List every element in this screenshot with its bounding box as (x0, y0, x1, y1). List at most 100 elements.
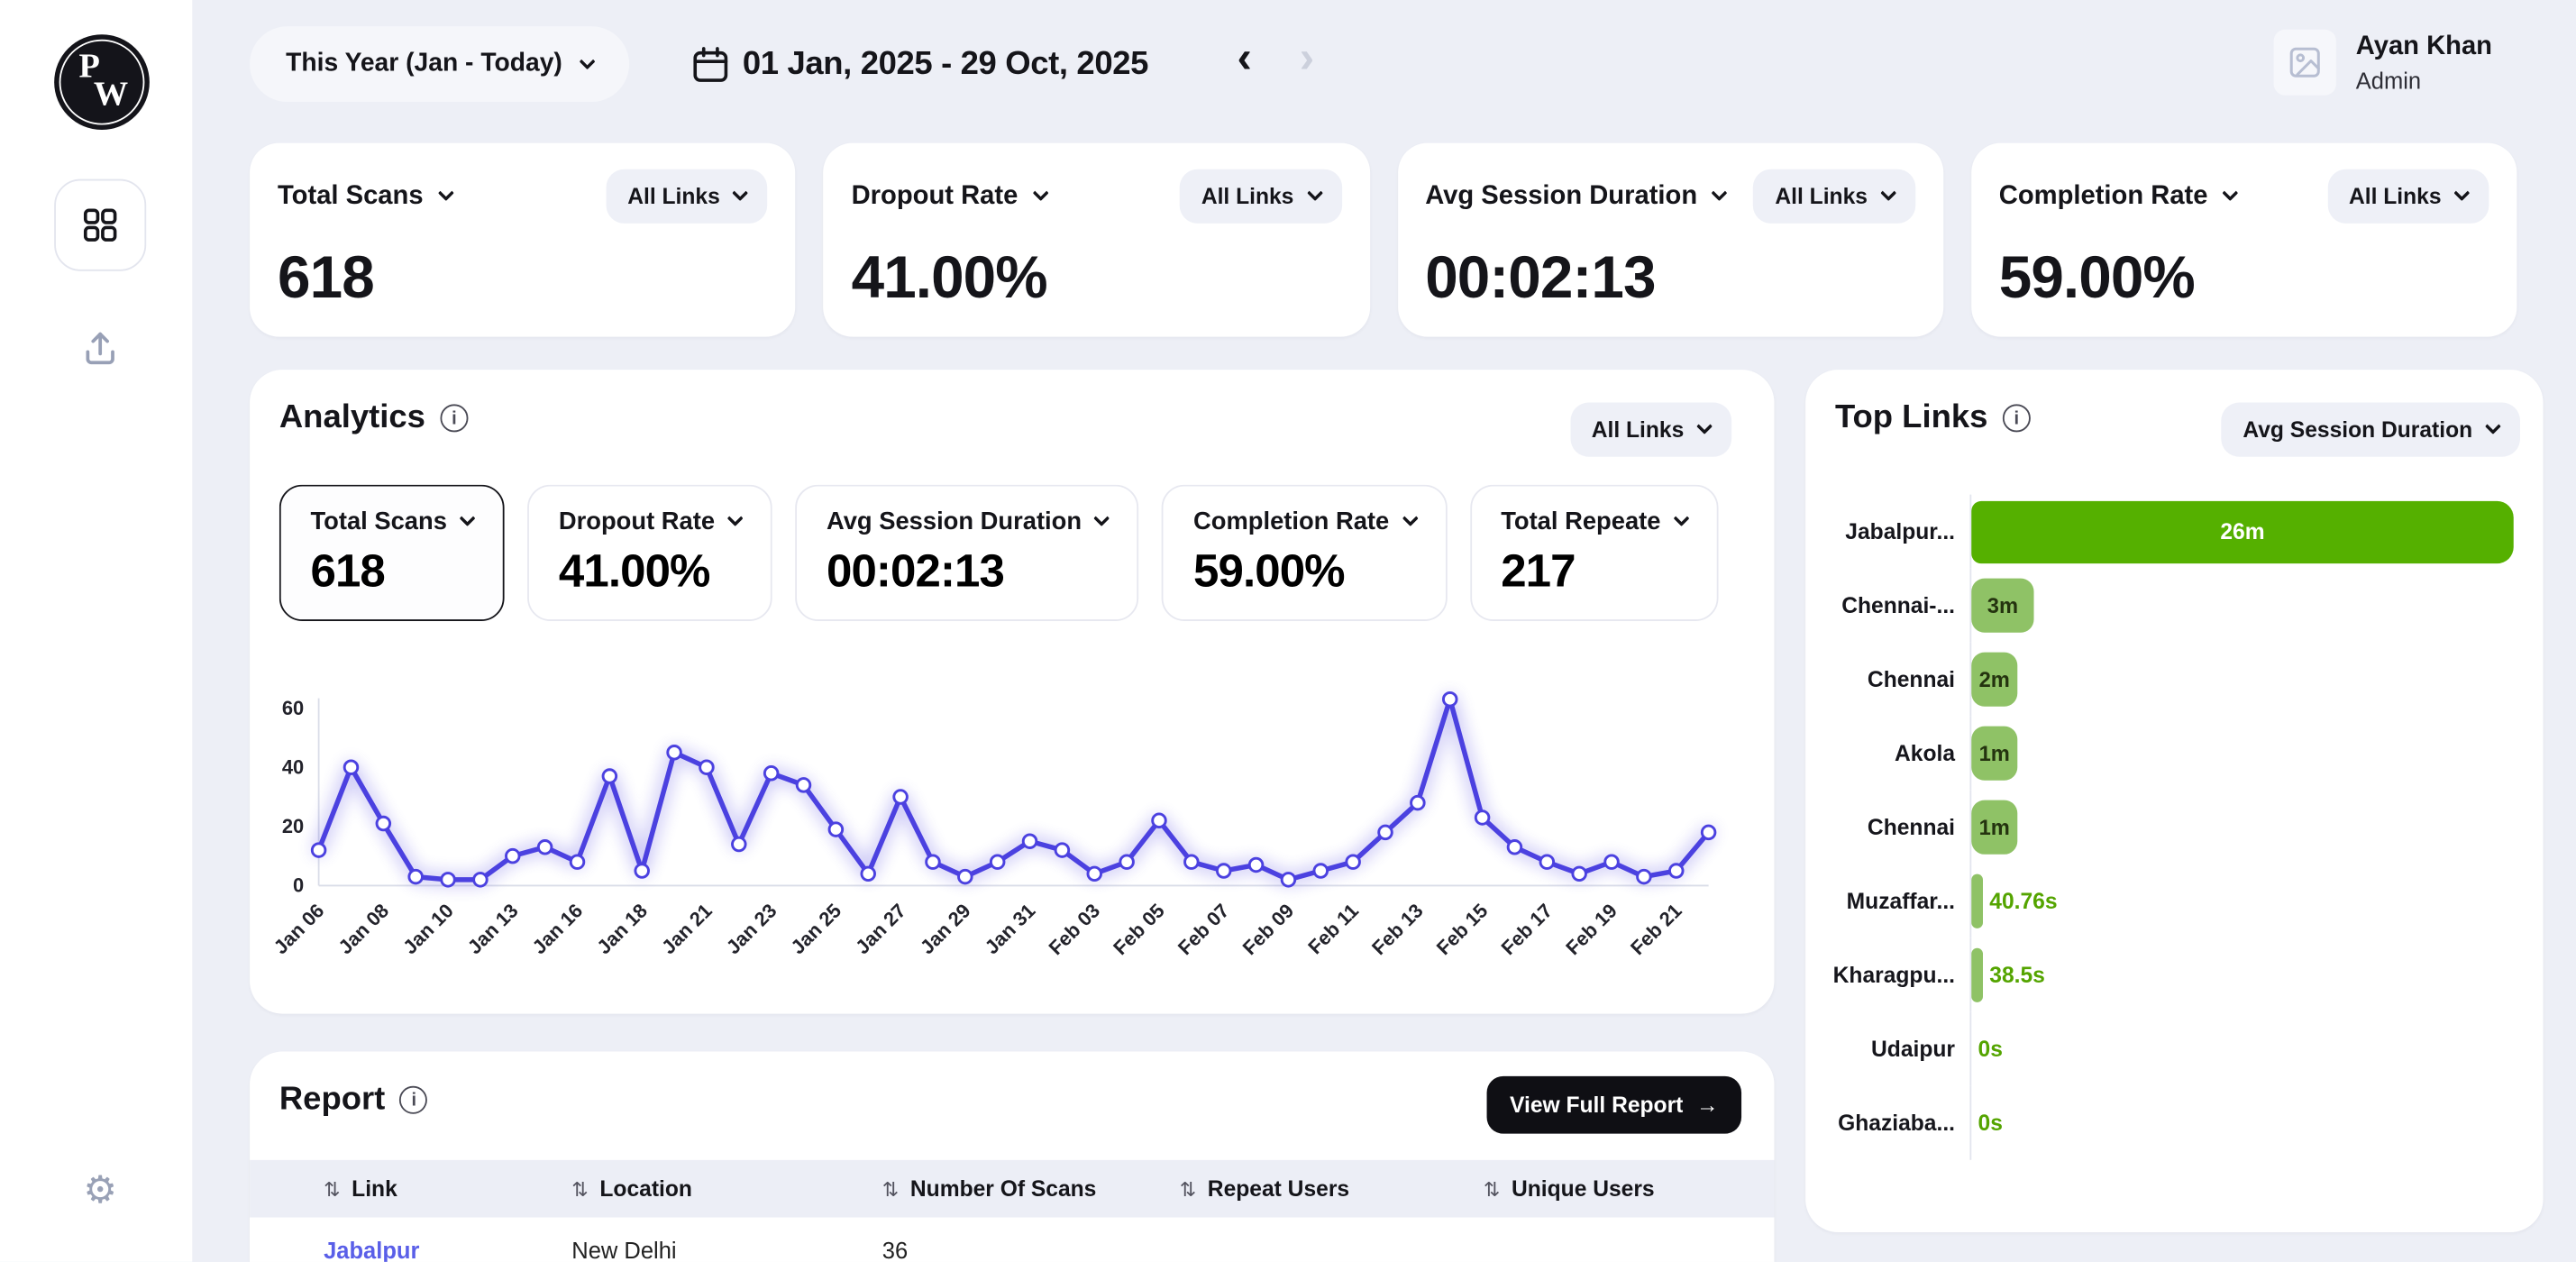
sort-icon: ⇅ (1180, 1177, 1196, 1201)
kpi-card: Dropout Rate All Links 41.00% (824, 143, 1370, 337)
svg-text:Jan 29: Jan 29 (916, 899, 975, 958)
kpi-metric-selector[interactable]: Avg Session Duration (1425, 181, 1725, 211)
kpi-row: Total Scans All Links 618 Dropout Rate A… (250, 143, 2517, 337)
info-icon[interactable]: i (2003, 404, 2031, 432)
chevron-down-icon (1402, 510, 1418, 526)
chevron-down-icon (1306, 185, 1322, 201)
report-scans-cell: 36 (882, 1237, 1180, 1261)
kpi-metric-selector[interactable]: Completion Rate (1999, 181, 2236, 211)
top-link-bar[interactable]: 26m (1971, 500, 2513, 562)
top-link-bar[interactable]: 1m (1971, 727, 2017, 781)
kpi-value: 618 (278, 243, 768, 313)
top-link-value: 40.76s (1989, 889, 2057, 913)
calendar-icon (690, 44, 732, 86)
kpi-value: 00:02:13 (1425, 243, 1915, 313)
top-link-row: Chennai 2m (1825, 643, 2524, 717)
svg-text:Jan 25: Jan 25 (786, 899, 845, 958)
svg-text:20: 20 (282, 815, 304, 837)
sort-icon: ⇅ (324, 1177, 340, 1201)
info-icon[interactable]: i (400, 1086, 428, 1114)
svg-text:Jan 31: Jan 31 (981, 899, 1040, 958)
top-link-bar[interactable] (1971, 874, 1983, 928)
metric-tab[interactable]: Completion Rate 59.00% (1162, 485, 1447, 621)
analytics-line-chart: 0204060Jan 06Jan 08Jan 10Jan 13Jan 16Jan… (260, 689, 1747, 994)
kpi-links-filter[interactable]: All Links (1180, 169, 1341, 224)
kpi-links-filter[interactable]: All Links (1754, 169, 1915, 224)
table-row[interactable]: Jabalpur New Delhi 36 (250, 1218, 1774, 1262)
svg-text:Feb 09: Feb 09 (1238, 899, 1299, 959)
metric-tabs: Total Scans 618 Dropout Rate 41.00% Avg … (279, 485, 1775, 621)
svg-text:Jan 10: Jan 10 (398, 899, 458, 958)
date-next-button[interactable]: › (1300, 32, 1314, 84)
svg-text:Feb 19: Feb 19 (1561, 899, 1621, 959)
svg-text:Jan 16: Jan 16 (528, 899, 588, 958)
top-link-value: 38.5s (1989, 963, 2045, 987)
metric-tab-value: 41.00% (559, 545, 741, 598)
kpi-card: Completion Rate All Links 59.00% (1971, 143, 2517, 337)
svg-text:Jan 13: Jan 13 (463, 899, 523, 958)
metric-tab[interactable]: Avg Session Duration 00:02:13 (795, 485, 1139, 621)
report-column-header[interactable]: ⇅ Location (571, 1176, 882, 1201)
kpi-metric-selector[interactable]: Dropout Rate (852, 181, 1046, 211)
analytics-links-filter-label: All Links (1592, 417, 1685, 442)
logo-letter-w: W (94, 74, 128, 115)
sidebar: P W ⚙ (0, 0, 192, 1262)
top-link-bar[interactable]: 3m (1971, 579, 2033, 633)
svg-text:Feb 07: Feb 07 (1174, 899, 1234, 959)
kpi-links-filter[interactable]: All Links (2327, 169, 2489, 224)
kpi-links-filter[interactable]: All Links (607, 169, 768, 224)
kpi-metric-selector[interactable]: Total Scans (278, 181, 452, 211)
chevron-down-icon (2453, 185, 2470, 201)
report-link-cell[interactable]: Jabalpur (324, 1237, 571, 1261)
top-links-chart: Jabalpur... 26m Chennai-... 3m Chennai 2… (1825, 495, 2524, 1160)
sort-icon: ⇅ (1484, 1177, 1500, 1201)
chevron-down-icon (460, 510, 476, 526)
sort-icon: ⇅ (882, 1177, 899, 1201)
metric-tab[interactable]: Total Scans 618 (279, 485, 505, 621)
chevron-down-icon (733, 185, 749, 201)
metric-tab[interactable]: Dropout Rate 41.00% (527, 485, 772, 621)
report-column-header[interactable]: ⇅ Unique Users (1484, 1176, 1775, 1201)
top-link-bar-track: 2m (1969, 643, 2523, 717)
gear-icon: ⚙ (83, 1167, 117, 1210)
top-link-bar[interactable]: 2m (1971, 653, 2017, 707)
view-full-report-button[interactable]: View Full Report → (1487, 1076, 1742, 1134)
top-links-panel: Top Links i Avg Session Duration Jabalpu… (1805, 370, 2543, 1232)
metric-tab[interactable]: Total Repeate 217 (1470, 485, 1719, 621)
top-link-bar-track: 0s (1969, 1012, 2523, 1086)
arrow-right-icon: → (1696, 1093, 1719, 1117)
svg-text:Feb 15: Feb 15 (1432, 899, 1493, 959)
chevron-down-icon (580, 52, 596, 69)
sidebar-item-settings[interactable]: ⚙ (74, 1163, 126, 1215)
sidebar-item-upload[interactable] (74, 322, 126, 374)
top-link-value: 1m (1979, 815, 2010, 839)
top-link-value: 0s (1978, 1111, 2003, 1135)
report-column-header[interactable]: ⇅ Number Of Scans (882, 1176, 1180, 1201)
analytics-title: Analytics i (279, 399, 468, 437)
date-prev-button[interactable]: ‹ (1237, 32, 1251, 84)
metric-tab-value: 00:02:13 (827, 545, 1108, 598)
dashboard-grid-icon (80, 206, 120, 245)
avatar[interactable] (2274, 30, 2336, 96)
chevron-down-icon (2222, 185, 2238, 201)
top-link-bar[interactable] (1971, 948, 1983, 1002)
info-icon[interactable]: i (440, 404, 468, 432)
top-link-bar-track: 3m (1969, 569, 2523, 643)
svg-text:Feb 17: Feb 17 (1496, 899, 1557, 959)
chevron-down-icon (1094, 510, 1110, 526)
top-link-bar-track: 38.5s (1969, 938, 2523, 1012)
report-column-header[interactable]: ⇅ Link (324, 1176, 571, 1201)
report-column-header[interactable]: ⇅ Repeat Users (1180, 1176, 1484, 1201)
chevron-down-icon (727, 510, 744, 526)
top-links-metric-filter[interactable]: Avg Session Duration (2222, 403, 2520, 457)
chevron-down-icon (1712, 185, 1728, 201)
period-selector[interactable]: This Year (Jan - Today) (250, 26, 630, 102)
top-link-row: Muzaffar... 40.76s (1825, 864, 2524, 938)
analytics-links-filter[interactable]: All Links (1570, 403, 1731, 457)
sidebar-item-dashboard[interactable] (54, 179, 146, 271)
report-table-body: Jabalpur New Delhi 36 (250, 1218, 1774, 1262)
top-link-bar[interactable]: 1m (1971, 800, 2017, 855)
kpi-card: Avg Session Duration All Links 00:02:13 (1397, 143, 1943, 337)
top-link-bar-track: 0s (1969, 1086, 2523, 1160)
top-link-label: Chennai (1825, 667, 1969, 691)
